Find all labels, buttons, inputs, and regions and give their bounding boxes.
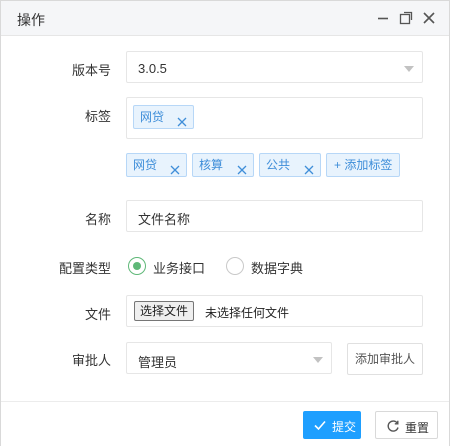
radio-checked-icon: [128, 257, 146, 275]
close-icon[interactable]: [420, 9, 438, 27]
tags-input[interactable]: 网贷: [126, 97, 423, 139]
file-label: 文件: [84, 307, 111, 322]
tag-option-label: 网贷: [133, 158, 158, 172]
tag-option[interactable]: 核算: [192, 153, 254, 177]
submit-button[interactable]: 提交: [303, 411, 361, 439]
submit-label: 提交: [332, 420, 357, 434]
minimize-icon[interactable]: [374, 9, 392, 27]
tag-option[interactable]: 网贷: [126, 153, 187, 177]
dialog-title: 操作: [17, 12, 45, 28]
remove-tag-icon[interactable]: [237, 160, 247, 175]
reset-label: 重置: [405, 421, 430, 435]
chevron-down-icon: [404, 66, 414, 72]
radio-label: 业务接口: [153, 261, 206, 276]
name-label: 名称: [84, 212, 111, 227]
check-icon: [313, 418, 327, 432]
name-value: 文件名称: [138, 212, 191, 227]
choose-file-button[interactable]: 选择文件: [134, 301, 195, 321]
tag-option-label: 公共: [266, 158, 291, 172]
remove-tag-icon[interactable]: [177, 112, 187, 127]
tag-option-label: 核算: [199, 158, 224, 172]
add-tag-button[interactable]: + 添加标签: [326, 153, 400, 177]
tags-label: 标签: [84, 109, 111, 124]
file-status: 未选择任何文件: [205, 306, 290, 320]
add-approver-button[interactable]: 添加审批人: [347, 343, 423, 375]
name-input[interactable]: 文件名称: [126, 200, 423, 232]
version-label: 版本号: [71, 63, 111, 78]
remove-tag-icon[interactable]: [304, 160, 314, 175]
version-select[interactable]: 3.0.5: [126, 51, 423, 83]
version-value: 3.0.5: [138, 61, 167, 76]
config-type-label: 配置类型: [58, 261, 111, 276]
title-bar: 操作: [1, 1, 449, 36]
approver-value: 管理员: [138, 355, 178, 370]
approver-select[interactable]: 管理员: [126, 342, 332, 374]
selected-tag: 网贷: [133, 105, 194, 129]
chevron-down-icon: [313, 357, 323, 363]
dialog: 操作 版本号 3.0.5 标签 网贷 网贷 核算 公共 + 添加标签 名称 文件…: [0, 0, 450, 446]
remove-tag-icon[interactable]: [170, 160, 180, 175]
tag-option[interactable]: 公共: [259, 153, 321, 177]
reset-button[interactable]: 重置: [375, 411, 438, 439]
radio-label: 数据字典: [251, 261, 304, 276]
selected-tag-label: 网贷: [140, 110, 165, 124]
approver-label: 审批人: [71, 353, 111, 368]
refresh-icon: [386, 419, 400, 433]
maximize-icon[interactable]: [397, 9, 415, 27]
radio-unchecked-icon: [226, 257, 244, 275]
